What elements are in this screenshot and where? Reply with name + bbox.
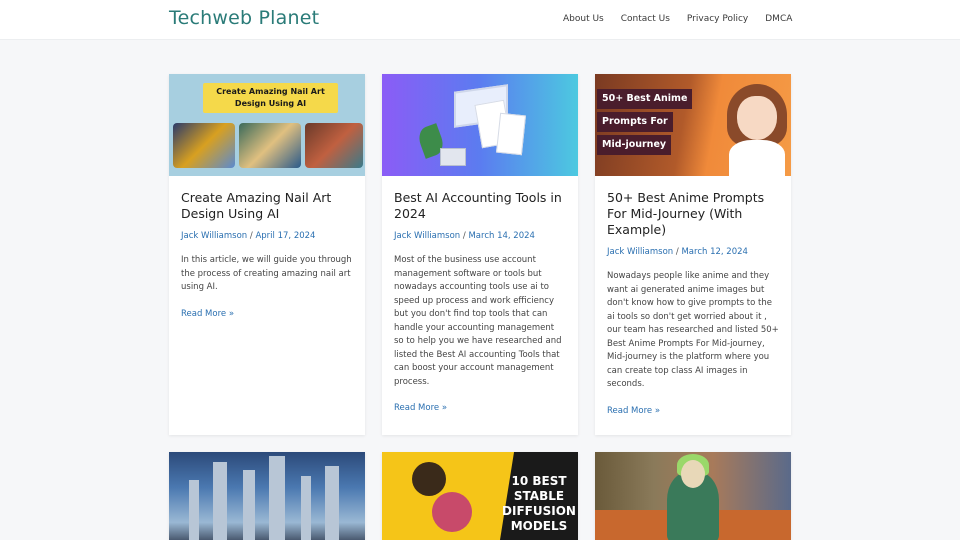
skyscraper-shape <box>269 456 285 540</box>
read-more-link[interactable]: Read More » <box>181 309 353 319</box>
post-card: 50+ Best Anime Prompts For Mid-journey 5… <box>595 74 791 435</box>
post-card <box>169 452 365 540</box>
calculator-illustration <box>440 148 466 166</box>
read-more-link[interactable]: Read More » <box>607 406 779 416</box>
post-meta: Jack Williamson / March 12, 2024 <box>607 247 748 257</box>
post-title[interactable]: Create Amazing Nail Art Design Using AI <box>181 190 353 222</box>
nav-about-us[interactable]: About Us <box>563 14 604 24</box>
post-excerpt: Most of the business use account managem… <box>394 255 562 387</box>
post-thumbnail-city[interactable] <box>169 452 365 540</box>
skyscraper-shape <box>325 466 339 540</box>
person-head <box>681 460 705 488</box>
read-more-link[interactable]: Read More » <box>394 403 566 413</box>
post-thumbnail-anime[interactable]: 50+ Best Anime Prompts For Mid-journey <box>595 74 791 176</box>
cartoon-kid-illustration <box>432 492 472 532</box>
cartoon-kid-illustration <box>412 462 446 496</box>
post-card: Create Amazing Nail Art Design Using AI … <box>169 74 365 435</box>
skyscraper-shape <box>243 470 255 540</box>
thumbnail-banner-text: Create Amazing Nail Art Design Using AI <box>203 83 338 113</box>
post-meta: Jack Williamson / April 17, 2024 <box>181 231 316 241</box>
nail-image <box>173 123 235 168</box>
post-excerpt: In this article, we will guide you throu… <box>181 255 352 292</box>
anime-face <box>737 96 777 140</box>
skyscraper-shape <box>213 462 227 540</box>
site-title-link[interactable]: Techweb Planet <box>169 7 319 29</box>
thumbnail-title-text: 10 BEST STABLE DIFFUSION MODELS <box>502 474 576 533</box>
nav-contact-us[interactable]: Contact Us <box>621 14 670 24</box>
post-date[interactable]: April 17, 2024 <box>255 231 315 241</box>
post-author[interactable]: Jack Williamson <box>181 231 247 241</box>
nav-dmca[interactable]: DMCA <box>765 14 792 24</box>
post-title[interactable]: 50+ Best Anime Prompts For Mid-Journey (… <box>607 190 779 238</box>
nav-privacy-policy[interactable]: Privacy Policy <box>687 14 748 24</box>
nail-image <box>305 123 363 168</box>
post-date[interactable]: March 12, 2024 <box>681 247 747 257</box>
post-title[interactable]: Best AI Accounting Tools in 2024 <box>394 190 566 222</box>
anime-shirt <box>729 140 785 176</box>
post-author[interactable]: Jack Williamson <box>394 231 460 241</box>
post-excerpt: Nowadays people like anime and they want… <box>607 271 779 389</box>
skyscraper-shape <box>301 476 311 540</box>
post-thumbnail-nail-art[interactable]: Create Amazing Nail Art Design Using AI <box>169 74 365 176</box>
post-thumbnail-accounting[interactable] <box>382 74 578 176</box>
document-illustration <box>495 112 527 156</box>
nail-image <box>239 123 301 168</box>
post-author[interactable]: Jack Williamson <box>607 247 673 257</box>
skyscraper-shape <box>189 480 199 540</box>
post-thumbnail-stable-diffusion[interactable]: 10 BEST STABLE DIFFUSION MODELS <box>382 452 578 540</box>
post-date[interactable]: March 14, 2024 <box>468 231 534 241</box>
thumbnail-label: Mid-journey <box>597 135 672 155</box>
post-card: Best AI Accounting Tools in 2024 Jack Wi… <box>382 74 578 435</box>
post-thumbnail-person[interactable] <box>595 452 791 540</box>
post-card <box>595 452 791 540</box>
post-meta: Jack Williamson / March 14, 2024 <box>394 231 535 241</box>
thumbnail-label: 50+ Best Anime <box>597 89 693 109</box>
site-header: Techweb Planet About Us Contact Us Priva… <box>0 0 960 40</box>
post-card: 10 BEST STABLE DIFFUSION MODELS <box>382 452 578 540</box>
main-nav: About Us Contact Us Privacy Policy DMCA <box>563 14 809 24</box>
thumbnail-label: Prompts For <box>597 112 673 132</box>
